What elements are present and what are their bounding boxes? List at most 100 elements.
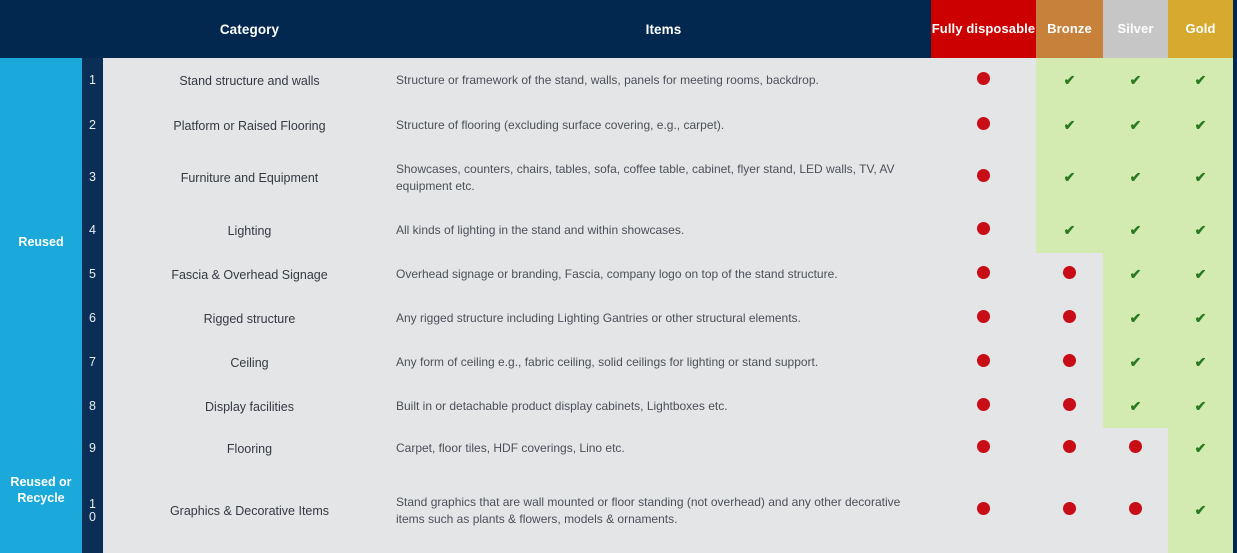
header-bronze: Bronze — [1036, 0, 1103, 58]
category-cell: Fascia & Overhead Signage — [103, 253, 396, 297]
header-gold: Gold — [1168, 0, 1233, 58]
check-icon: ✔ — [1129, 116, 1142, 133]
check-icon: ✔ — [1194, 354, 1207, 370]
row-number: 8 — [82, 385, 103, 428]
table-row: 7 Ceiling Any form of ceiling e.g., fabric… — [0, 341, 1237, 385]
status-cell-fully-disposable — [931, 58, 1036, 104]
red-dot-icon — [1063, 266, 1076, 279]
items-cell: Structure or framework of the stand, wal… — [396, 58, 931, 104]
status-cell-silver — [1103, 469, 1168, 553]
row-number: 9 — [82, 428, 103, 469]
red-dot-icon — [977, 502, 990, 515]
table-body: Reused 1 Stand structure and walls Structur… — [0, 58, 1237, 553]
status-cell-silver: ✔ — [1103, 147, 1168, 209]
status-cell-fully-disposable — [931, 147, 1036, 209]
header-gold-label: Gold — [1185, 20, 1216, 36]
items-cell: Carpet, floor tiles, HDF coverings, Lino… — [396, 428, 931, 469]
status-cell-fully-disposable — [931, 469, 1036, 553]
status-cell-fully-disposable — [931, 297, 1036, 341]
status-cell-silver: ✔ — [1103, 297, 1168, 341]
status-cell-gold: ✔ — [1168, 385, 1233, 428]
status-cell-bronze — [1036, 253, 1103, 297]
check-icon: ✔ — [1194, 502, 1207, 518]
check-icon: ✔ — [1129, 266, 1142, 282]
category-cell: Lighting — [103, 209, 396, 253]
status-cell-gold: ✔ — [1168, 209, 1233, 253]
right-edge — [1233, 385, 1237, 428]
row-number-text: 1 — [89, 73, 96, 88]
check-icon: ✔ — [1129, 169, 1142, 185]
status-cell-gold: ✔ — [1168, 341, 1233, 385]
right-edge — [1233, 341, 1237, 385]
check-icon: ✔ — [1194, 266, 1207, 282]
category-cell: Furniture and Equipment — [103, 147, 396, 209]
red-dot-icon — [977, 116, 990, 130]
status-cell-bronze: ✔ — [1036, 209, 1103, 253]
table-row: 10 Graphics & Decorative Items Stand graph… — [0, 469, 1237, 553]
red-dot-icon — [1063, 439, 1076, 453]
items-cell: Overhead signage or branding, Fascia, co… — [396, 253, 931, 297]
right-edge — [1233, 209, 1237, 253]
table-row: 8 Display facilities Built in or detachabl… — [0, 385, 1237, 428]
row-number: 2 — [82, 104, 103, 147]
header-fully-disposable-label: Fully disposable — [931, 20, 1036, 36]
table-row: Reused 1 Stand structure and walls Structur… — [0, 58, 1237, 428]
red-dot-icon — [977, 439, 990, 453]
table-row: 5 Fascia & Overhead Signage Overhead signa… — [0, 253, 1237, 297]
red-dot-icon — [977, 72, 990, 85]
red-dot-icon — [1063, 354, 1076, 367]
right-edge — [1233, 253, 1237, 297]
table-row: 3 Furniture and Equipment Showcases, count… — [0, 147, 1237, 209]
header-group-col — [0, 0, 82, 58]
status-cell-silver: ✔ — [1103, 253, 1168, 297]
red-dot-icon — [1129, 502, 1142, 515]
red-dot-icon — [977, 310, 990, 323]
status-cell-bronze — [1036, 469, 1103, 553]
category-cell: Display facilities — [103, 385, 396, 428]
check-icon: ✔ — [1194, 169, 1207, 185]
status-cell-gold: ✔ — [1168, 469, 1233, 553]
red-dot-icon — [977, 222, 990, 235]
check-icon: ✔ — [1129, 397, 1142, 414]
header-row: Category Items Fully disposable Bronze S… — [0, 0, 1237, 58]
status-cell-silver — [1103, 428, 1168, 469]
category-cell: Stand structure and walls — [103, 58, 396, 104]
right-edge — [1233, 469, 1237, 553]
row-number-text: 7 — [89, 355, 96, 370]
header-number-col — [82, 0, 103, 58]
right-edge — [1233, 297, 1237, 341]
status-cell-gold: ✔ — [1168, 253, 1233, 297]
status-cell-bronze — [1036, 385, 1103, 428]
header-silver: Silver — [1103, 0, 1168, 58]
red-dot-icon — [1129, 439, 1142, 453]
row-number: 7 — [82, 341, 103, 385]
status-cell-silver: ✔ — [1103, 385, 1168, 428]
check-icon: ✔ — [1129, 354, 1142, 370]
red-dot-icon — [1063, 397, 1076, 411]
status-cell-silver: ✔ — [1103, 104, 1168, 147]
row-number-text: 9 — [89, 440, 96, 455]
items-cell: Built in or detachable product display c… — [396, 385, 931, 428]
status-cell-gold: ✔ — [1168, 297, 1233, 341]
red-dot-icon — [1063, 310, 1076, 323]
status-cell-fully-disposable — [931, 428, 1036, 469]
row-number: 1 — [82, 58, 103, 104]
row-number-text: 3 — [89, 170, 96, 185]
status-cell-gold: ✔ — [1168, 58, 1233, 104]
red-dot-icon — [1063, 502, 1076, 515]
status-cell-silver: ✔ — [1103, 209, 1168, 253]
red-dot-icon — [977, 169, 990, 182]
check-icon: ✔ — [1063, 72, 1076, 88]
check-icon: ✔ — [1063, 169, 1076, 185]
category-cell: Ceiling — [103, 341, 396, 385]
group-label-2: Reused or Recycle — [0, 428, 82, 553]
header-bronze-label: Bronze — [1047, 20, 1092, 36]
right-edge — [1233, 104, 1237, 147]
status-cell-bronze — [1036, 297, 1103, 341]
status-cell-bronze — [1036, 341, 1103, 385]
category-cell: Rigged structure — [103, 297, 396, 341]
table-row: 4 Lighting All kinds of lighting in the st… — [0, 209, 1237, 253]
status-cell-fully-disposable — [931, 341, 1036, 385]
table-row: 2 Platform or Raised Flooring Structure of… — [0, 104, 1237, 147]
right-edge — [1233, 58, 1237, 104]
